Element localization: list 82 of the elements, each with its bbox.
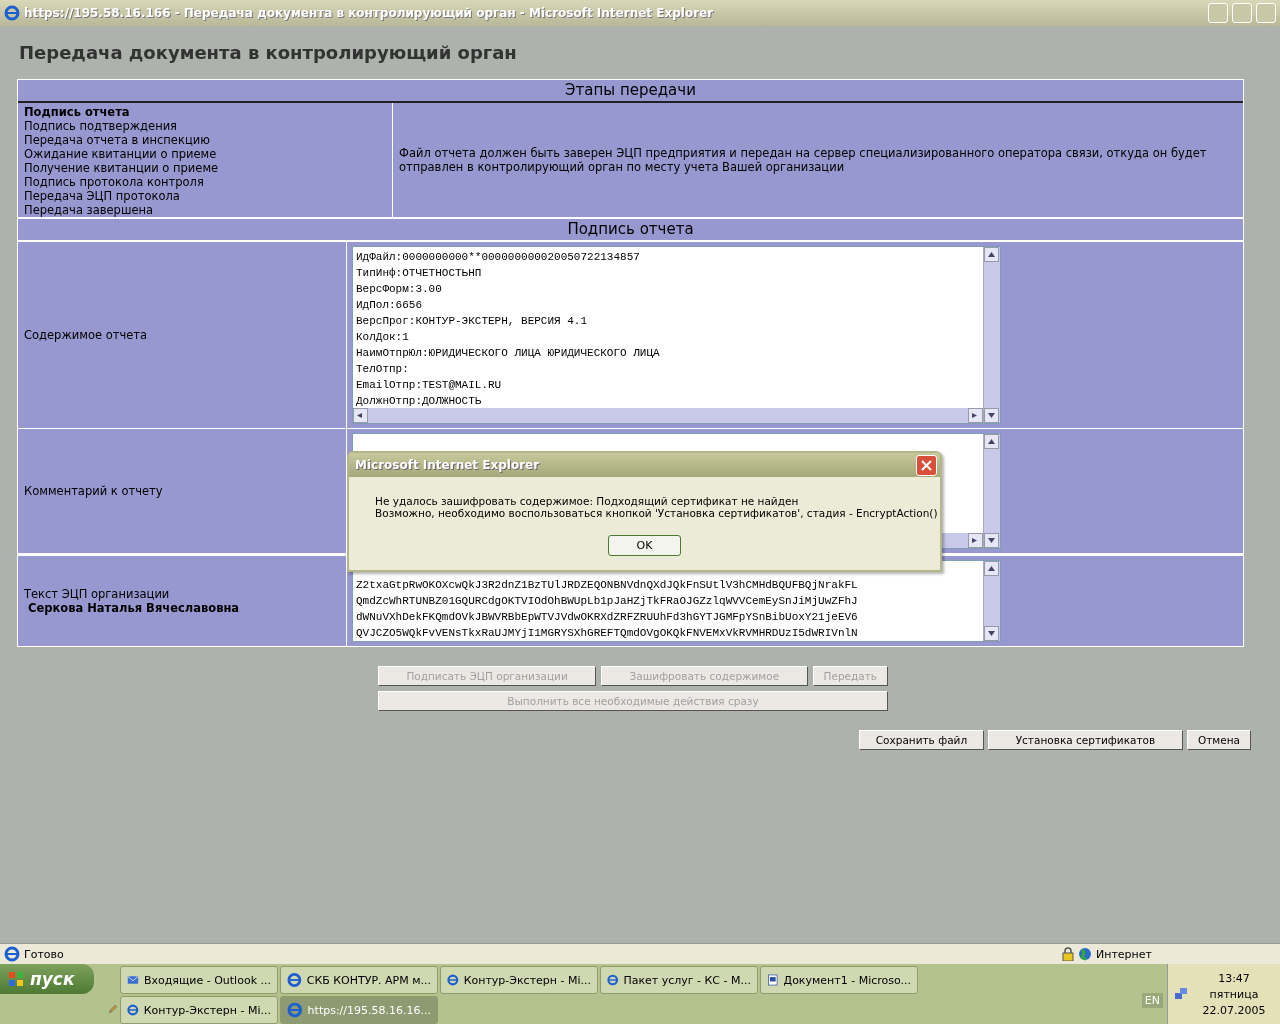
field-label: Текст ЭЦП организации	[24, 587, 171, 601]
stage-item: Ожидание квитанции о приеме	[24, 147, 218, 161]
close-button[interactable]	[1256, 3, 1276, 23]
report-line: ТелОтпр:	[356, 362, 410, 377]
browser-icon	[127, 1002, 139, 1018]
vertical-scrollbar[interactable]	[983, 561, 1000, 641]
signature-line: Z2txaGtpRwOKOXcwQkJ3R2dnZ1BzTUlJRDZEQONBNVdnQXdJQkFnSUtlV3hCMHdBQUFBQjNrakFL	[356, 578, 859, 593]
report-line: НаимОтпрЮл:ЮРИДИЧЕСКОГО ЛИЦА ЮРИДИЧЕСКОГО ЛИЦА	[356, 346, 661, 361]
ok-button[interactable]: OK	[608, 535, 681, 556]
pencil-icon[interactable]	[108, 1002, 118, 1016]
arrow-down-icon	[988, 538, 995, 543]
document-icon	[767, 972, 779, 988]
section-header: Подпись отчета	[18, 217, 1243, 241]
close-button[interactable]	[916, 454, 937, 476]
stage-item: Подпись подтверждения	[24, 119, 179, 133]
stage-item: Получение квитанции о приеме	[24, 161, 220, 175]
report-line: ВерсФорм:3.00	[356, 282, 443, 297]
clock-time: 13:47	[1218, 971, 1250, 985]
footer-button[interactable]: Установка сертификатов	[987, 730, 1183, 750]
taskbar-button[interactable]: СКБ КОНТУР. АРМ м...	[280, 966, 438, 994]
stage-item: Передача ЭЦП протокола	[24, 189, 181, 203]
vertical-scrollbar[interactable]	[983, 434, 1000, 548]
browser-icon	[287, 1002, 303, 1018]
security-zone: Интернет	[1096, 947, 1153, 961]
vertical-scrollbar[interactable]	[983, 247, 1000, 423]
stage-description: Файл отчета должен быть заверен ЭЦП предприятия и передан на сервер специализированного оператора связи, откуда он будет отправлен в контролирующий орган по месту учета Вашей организации	[399, 146, 1208, 174]
arrow-left-icon	[357, 413, 364, 418]
arrow-up-icon	[988, 252, 995, 257]
horizontal-scrollbar[interactable]	[353, 408, 983, 423]
clock-date: 22.07.2005	[1202, 1003, 1266, 1017]
taskbar-button[interactable]: Документ1 - Microso...	[760, 966, 918, 994]
browser-icon	[4, 5, 20, 21]
taskbar-button[interactable]: Пакет услуг - КС - M...	[600, 966, 758, 994]
stage-item: Передача отчета в инспекцию	[24, 133, 211, 147]
dialog-title: Microsoft Internet Explorer	[355, 458, 541, 472]
field-label: Комментарий к отчету	[24, 484, 164, 498]
stage-item: Передача завершена	[24, 203, 155, 217]
report-line: ТипИнф:ОТЧЕТНОСТЬНП	[356, 266, 483, 281]
status-text: Готово	[24, 947, 65, 961]
stages-header: Этапы передачи	[18, 80, 1243, 103]
arrow-down-icon	[988, 413, 995, 418]
report-line: ДолжнОтпр:ДОЛЖНОСТЬ	[356, 394, 483, 408]
signature-line: QVJCZO5WQkFvVENsTkxRaUJMYjI1MGRYSXhGREFTQmdOVgOKQkFNVEMxVkRVMHRDUzI5dWRIVnlN	[356, 626, 859, 641]
taskbar-button[interactable]: Контур-Экстерн - Mi...	[120, 996, 278, 1024]
taskbar-button[interactable]: Контур-Экстерн - Mi...	[440, 966, 598, 994]
browser-icon	[447, 972, 459, 988]
globe-icon	[1078, 947, 1092, 961]
browser-icon	[287, 972, 302, 988]
clock-day: пятница	[1209, 987, 1259, 1001]
footer-button[interactable]: Отмена	[1186, 730, 1251, 750]
stage-item: Подпись отчета	[24, 105, 131, 119]
arrow-up-icon	[988, 439, 995, 444]
maximize-button[interactable]	[1232, 3, 1252, 23]
windows-logo-icon	[8, 971, 24, 987]
signature-line: QmdZcWhRTUNBZ01GQURCdgOKTVIOdOhBWUpLb1pJaHZjTkFRaOJGZzlqWVVCemEySnJiMjUwZFhJ	[356, 594, 859, 609]
report-line: EmailОтпр:TEST@MAIL.RU	[356, 378, 503, 393]
report-content-field[interactable]	[352, 246, 1001, 424]
arrow-right-icon	[972, 538, 979, 543]
signature-line: dWNuVXhDekFKQmdOVkJBWVRBbEpWTVJVdwOKRXdZRFZRUUhFd3hGYTJGMFpYSnBibUoxY21jeEV6	[356, 610, 859, 625]
page-heading: Передача документа в контролирующий орган	[19, 42, 518, 63]
browser-icon	[4, 946, 20, 962]
network-icon	[1174, 987, 1188, 1001]
arrow-up-icon	[988, 566, 995, 571]
report-line: ИдФайл:0000000000**000000000020050722134857	[356, 250, 641, 265]
browser-icon	[607, 972, 619, 988]
close-icon	[921, 459, 932, 471]
report-line: КолДок:1	[356, 330, 410, 345]
report-line: ИдПол:6656	[356, 298, 423, 313]
taskbar-button[interactable]: Входящие - Outlook ...	[120, 966, 278, 994]
dialog-message: Не удалось зашифровать содержимое: Подходящий сертификат не найден	[375, 495, 800, 507]
stage-item: Подпись протокола контроля	[24, 175, 205, 189]
signer-name: Серкова Наталья Вячеславовна	[27, 601, 241, 615]
report-line: ВерсПрог:КОНТУР-ЭКСТЕРН, ВЕРСИЯ 4.1	[356, 314, 589, 329]
arrow-down-icon	[988, 631, 995, 636]
dialog-message: Возможно, необходимо воспользоваться кнопкой 'Установка сертификатов', стадия - EncryptAction()	[375, 507, 938, 519]
arrow-right-icon	[972, 413, 979, 418]
start-button[interactable]: пуск	[0, 964, 94, 994]
lock-icon	[1062, 947, 1074, 961]
window-title: https://195.58.16.166 - Передача документа в контролирующий орган - Microsoft Internet Explorer	[24, 6, 715, 20]
footer-button[interactable]: Сохранить файл	[858, 730, 984, 750]
minimize-button[interactable]	[1208, 3, 1228, 23]
field-label: Содержимое отчета	[24, 328, 149, 342]
